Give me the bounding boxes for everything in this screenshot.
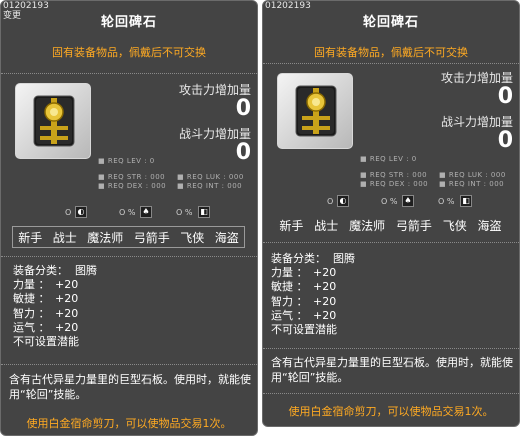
job-list: 新手 战士 魔法师 弓箭手 飞侠 海盗	[274, 214, 507, 236]
job-warrior: 战士	[52, 230, 77, 245]
stat-symbol: O	[65, 208, 72, 217]
shield-icon: ◧	[460, 195, 472, 207]
item-description: 含有古代异星力量里的巨型石板。使用时，就能使用“轮回”技能。	[9, 373, 251, 401]
req-dex: ■ REQ DEX : 000	[360, 180, 429, 188]
dex-row: 敏捷 ： +20	[271, 280, 337, 294]
potential-note: 不可设置潜能	[13, 335, 79, 349]
job-archer: 弓箭手	[395, 218, 432, 233]
item-info: 装备分类： 图腾 力量 ： +20 敏捷 ： +20 智力 ： +20 运气 ： +20 …	[13, 264, 97, 349]
req-int: ■ REQ INT : 000	[439, 180, 505, 188]
divider	[263, 63, 519, 64]
str-row: 力量 ： +20	[271, 266, 337, 280]
stat-symbol: O %	[119, 208, 136, 217]
equip-category-row: 装备分类： 图腾	[271, 252, 355, 265]
divider	[1, 364, 257, 365]
shield-icon: ◧	[198, 206, 210, 218]
potential-note: 不可设置潜能	[271, 323, 337, 337]
stat-symbol: O %	[381, 197, 398, 206]
int-row: 智力 ： +20	[271, 294, 337, 308]
item-description: 含有古代异星力量里的巨型石板。使用时，就能使用“轮回”技能。	[271, 356, 513, 384]
job-warrior: 战士	[314, 218, 339, 233]
stat-symbol: O %	[176, 208, 193, 217]
item-tooltip-left: 01202193 变更 轮回碑石 固有装备物品，佩戴后不可交换 攻击力增加量 0…	[0, 0, 258, 436]
item-tooltip-right: 01202193 轮回碑石 固有装备物品，佩戴后不可交换 攻击力增加量 0 战斗…	[262, 0, 520, 427]
divider	[263, 242, 519, 243]
job-list: 新手 战士 魔法师 弓箭手 飞侠 海盗	[12, 226, 245, 248]
job-magician: 魔法师	[349, 218, 386, 233]
combat-power-value: 0	[497, 128, 513, 153]
req-lev: ■ REQ LEV : 0	[360, 155, 417, 163]
helmet-icon: ♠	[140, 206, 152, 218]
job-magician: 魔法师	[87, 230, 124, 245]
item-code: 01202193	[265, 1, 311, 11]
scissors-usage-note: 使用白金宿命剪刀，可以使物品交易1次。	[26, 417, 232, 430]
divider	[263, 393, 519, 394]
totem-stone-icon	[33, 95, 75, 147]
job-pirate: 海盗	[477, 218, 502, 233]
job-thief: 飞侠	[442, 218, 467, 233]
req-luk: ■ REQ LUK : 000	[177, 173, 244, 181]
int-row: 智力 ： +20	[13, 306, 79, 320]
str-row: 力量 ： +20	[13, 278, 79, 292]
scissors-usage-note: 使用白金宿命剪刀，可以使物品交易1次。	[288, 405, 494, 418]
stat-symbol: O	[327, 197, 334, 206]
req-dex: ■ REQ DEX : 000	[98, 182, 167, 190]
divider	[263, 348, 519, 349]
attack-increase-value: 0	[235, 96, 251, 121]
req-lev: ■ REQ LEV : 0	[98, 157, 155, 165]
stat-symbol: O %	[438, 197, 455, 206]
job-thief: 飞侠	[180, 230, 205, 245]
req-str: ■ REQ STR : 000	[360, 171, 428, 179]
job-beginner: 新手	[18, 230, 43, 245]
helmet-icon: ♠	[402, 195, 414, 207]
item-title: 轮回碑石	[362, 15, 419, 30]
item-info: 装备分类： 图腾 力量 ： +20 敏捷 ： +20 智力 ： +20 运气 ： +20 …	[271, 252, 355, 337]
luk-row: 运气 ： +20	[271, 308, 337, 322]
req-str: ■ REQ STR : 000	[98, 173, 166, 181]
wand-icon: ◐	[337, 195, 349, 207]
dex-row: 敏捷 ： +20	[13, 292, 79, 306]
divider	[1, 73, 257, 74]
job-pirate: 海盗	[214, 230, 239, 245]
luk-row: 运气 ： +20	[13, 320, 79, 334]
totem-stone-icon	[295, 85, 337, 137]
item-icon-frame	[15, 83, 91, 159]
item-icon-frame	[277, 73, 353, 149]
trade-notice: 固有装备物品，佩戴后不可交换	[52, 46, 206, 59]
attack-increase-value: 0	[497, 84, 513, 109]
req-luk: ■ REQ LUK : 000	[439, 171, 506, 179]
wand-icon: ◐	[75, 206, 87, 218]
trade-notice: 固有装备物品，佩戴后不可交换	[314, 46, 468, 59]
divider	[1, 256, 257, 257]
job-archer: 弓箭手	[133, 230, 170, 245]
combat-power-value: 0	[235, 140, 251, 165]
item-code: 01202193	[3, 1, 49, 11]
job-beginner: 新手	[279, 218, 304, 233]
req-int: ■ REQ INT : 000	[177, 182, 243, 190]
equip-category-row: 装备分类： 图腾	[13, 264, 97, 277]
item-title: 轮回碑石	[100, 15, 157, 30]
